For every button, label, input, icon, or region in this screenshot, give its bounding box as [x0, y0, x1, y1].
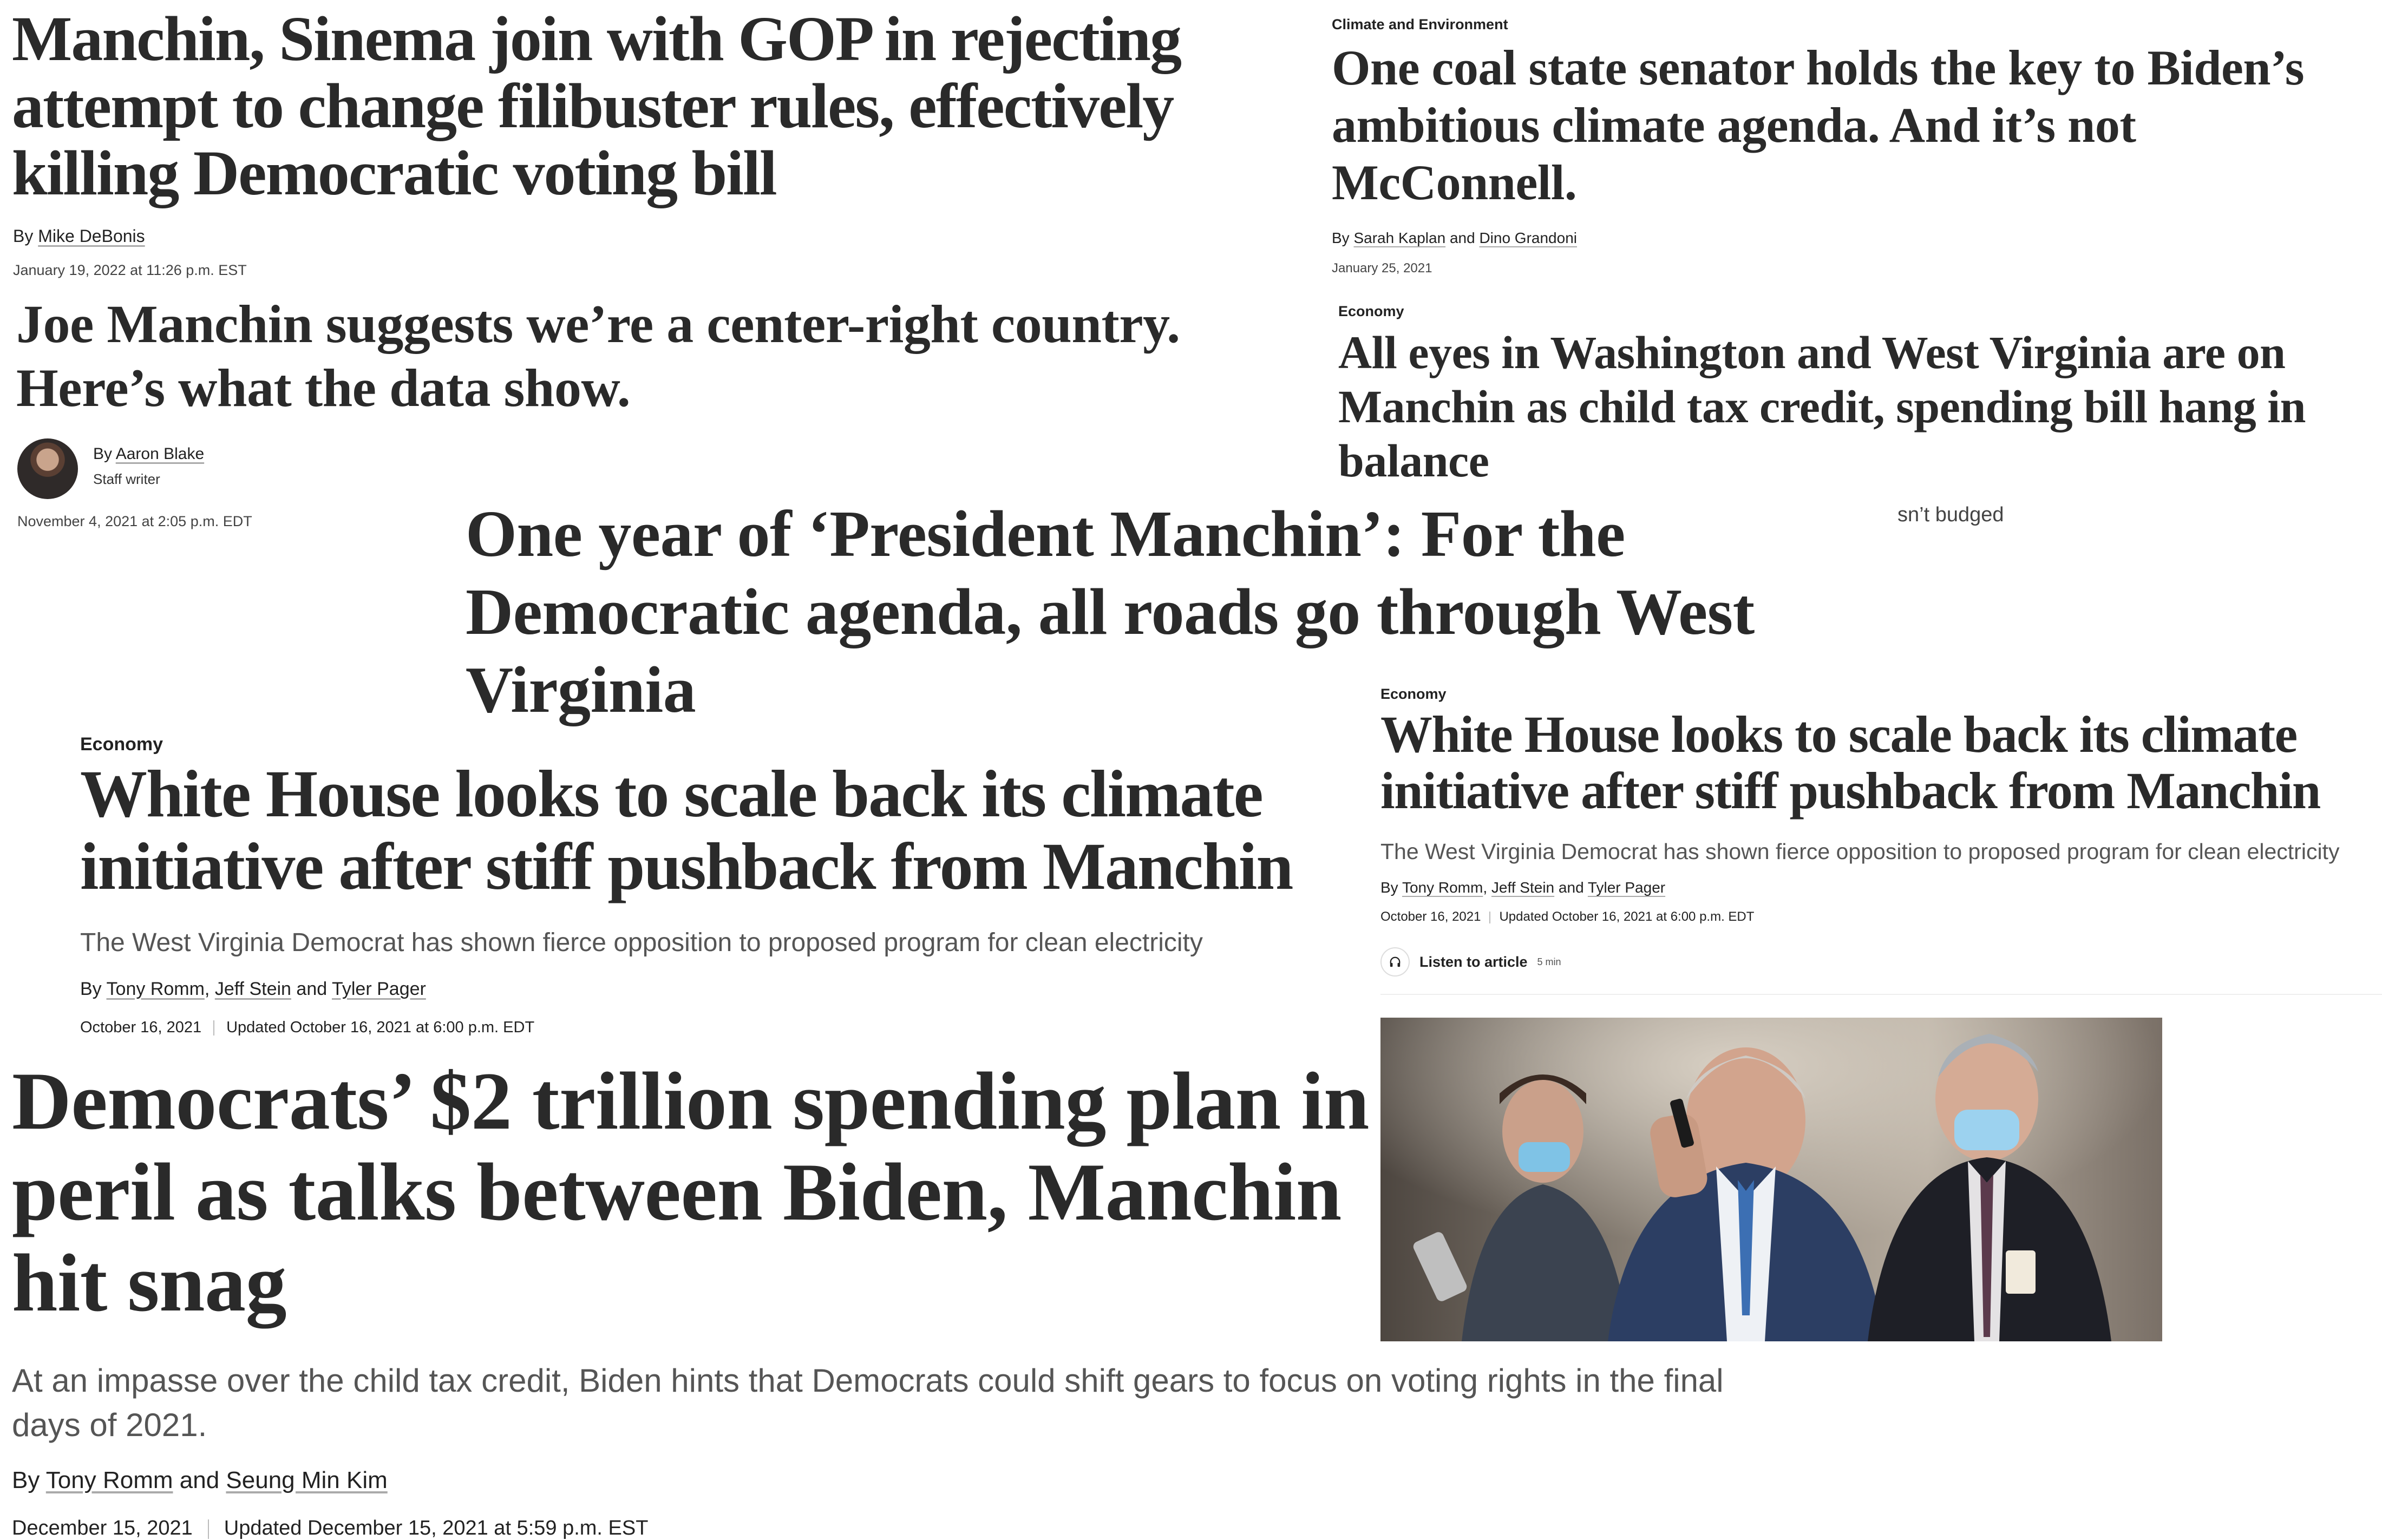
- author-link[interactable]: Aaron Blake: [116, 445, 204, 463]
- article-clip-coal-state: Climate and Environment One coal state s…: [1316, 0, 2382, 292]
- section-label[interactable]: Economy: [1338, 303, 1404, 320]
- publish-date: October 16, 2021 Updated October 16, 2021…: [1380, 909, 1755, 924]
- section-label[interactable]: Economy: [80, 734, 163, 755]
- author-link[interactable]: Mike DeBonis: [38, 226, 145, 246]
- divider: [207, 1519, 209, 1539]
- article-photo[interactable]: [1380, 1018, 2162, 1341]
- author-link[interactable]: Tony Romm: [46, 1467, 173, 1493]
- author-link[interactable]: Dino Grandoni: [1479, 230, 1577, 246]
- publish-date: November 4, 2021 at 2:05 p.m. EDT: [17, 513, 252, 529]
- author-role: Staff writer: [93, 471, 160, 487]
- author-avatar[interactable]: [17, 438, 78, 499]
- headline-line: peril as talks between Biden, Manchin: [12, 1146, 1341, 1237]
- headline[interactable]: Democrats’ $2 trillion spending plan in …: [12, 1056, 1387, 1328]
- headline[interactable]: One year of ‘President Manchin’: For the…: [466, 495, 1884, 729]
- dek: At an impasse over the child tax credit,…: [12, 1362, 1724, 1443]
- divider: [1380, 994, 2382, 995]
- byline: By Mike DeBonis: [13, 226, 145, 246]
- publish-date: October 16, 2021 Updated October 16, 2021…: [80, 1019, 535, 1036]
- updated-date: Updated October 16, 2021 at 6:00 p.m. ED…: [226, 1019, 535, 1036]
- photo-illustration: [1380, 1018, 2162, 1341]
- author-link[interactable]: Tyler Pager: [332, 979, 426, 999]
- article-clip-filibuster: Manchin, Sinema join with GOP in rejecti…: [0, 0, 1299, 287]
- headline[interactable]: Joe Manchin suggests we’re a center-righ…: [16, 292, 1305, 420]
- listen-to-article-button[interactable]: Listen to article 5 min: [1380, 947, 1561, 977]
- article-clip-president-manchin: One year of ‘President Manchin’: For the…: [457, 487, 1887, 731]
- publish-date: January 19, 2022 at 11:26 p.m. EST: [13, 262, 247, 278]
- article-clip-spending-plan: Democrats’ $2 trillion spending plan in …: [0, 1056, 1724, 1538]
- byline: By Tony Romm and Seung Min Kim: [12, 1467, 388, 1493]
- byline: By Aaron Blake: [93, 445, 205, 463]
- headline[interactable]: All eyes in Washington and West Virginia…: [1338, 325, 2378, 488]
- author-link[interactable]: Jeff Stein: [215, 979, 291, 999]
- dek-fragment: sn’t budged: [1897, 503, 2004, 526]
- updated-date: Updated December 15, 2021 at 5:59 p.m. E…: [224, 1517, 649, 1539]
- headline-line: Democrats’ $2 trillion spending plan in: [12, 1056, 1369, 1146]
- dek: The West Virginia Democrat has shown fie…: [1380, 839, 2340, 864]
- listen-duration: 5 min: [1537, 956, 1561, 967]
- author-link[interactable]: Jeff Stein: [1491, 879, 1554, 896]
- divider: [1489, 911, 1491, 923]
- publish-date: January 25, 2021: [1332, 261, 1432, 276]
- headphones-icon: [1380, 947, 1410, 977]
- headline[interactable]: One coal state senator holds the key to …: [1332, 39, 2377, 211]
- author-link[interactable]: Tony Romm: [107, 979, 205, 999]
- headphones-icon-svg: [1390, 956, 1401, 967]
- author-link[interactable]: Seung Min Kim: [226, 1467, 387, 1493]
- divider: [213, 1020, 215, 1036]
- publish-date: December 15, 2021 Updated December 15, 20…: [12, 1517, 649, 1539]
- author-link[interactable]: Tyler Pager: [1588, 879, 1665, 896]
- listen-label: Listen to article: [1419, 953, 1528, 970]
- section-label[interactable]: Climate and Environment: [1332, 16, 1508, 33]
- headline[interactable]: White House looks to scale back its clim…: [80, 758, 1358, 903]
- updated-date: Updated October 16, 2021 at 6:00 p.m. ED…: [1499, 909, 1755, 924]
- byline: By Sarah Kaplan and Dino Grandoni: [1332, 230, 1577, 246]
- dek: The West Virginia Democrat has shown fie…: [80, 928, 1203, 957]
- author-link[interactable]: Sarah Kaplan: [1353, 230, 1445, 246]
- byline: By Tony Romm, Jeff Stein and Tyler Pager: [1380, 879, 1666, 896]
- headline[interactable]: Manchin, Sinema join with GOP in rejecti…: [12, 5, 1279, 207]
- byline: By Tony Romm, Jeff Stein and Tyler Pager: [80, 979, 426, 999]
- author-link[interactable]: Tony Romm: [1402, 879, 1483, 896]
- headline-line: hit snag: [12, 1237, 287, 1328]
- article-clip-white-house-large: Economy White House looks to scale back …: [65, 725, 1364, 1050]
